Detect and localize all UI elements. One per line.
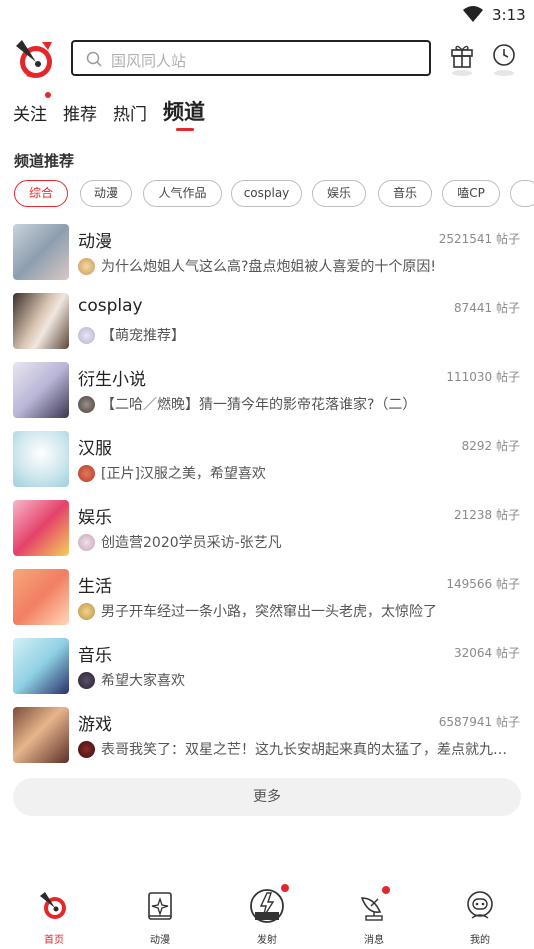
channel-row-fanfiction[interactable]: 衍生小说 111030 帖子 【二哈／燃晚】猜一猜今年的影帝花落谁家?（二） (0, 362, 534, 431)
book-icon (148, 892, 172, 920)
channel-latest-post: 创造营2020学员采访-张艺凡 (101, 535, 282, 551)
active-tab-indicator (176, 128, 194, 131)
nav-anime[interactable]: 动漫 (120, 880, 200, 949)
more-button[interactable]: 更多 (13, 778, 521, 816)
nav-label: 首页 (44, 935, 64, 946)
search-placeholder[interactable]: 国风同人站 (111, 50, 186, 71)
app-logo-icon[interactable] (12, 36, 58, 82)
nav-label: 消息 (364, 935, 384, 946)
channel-thumbnail (13, 569, 69, 625)
channel-row-entertainment[interactable]: 娱乐 21238 帖子 创造营2020学员采访-张艺凡 (0, 500, 534, 569)
channel-post-count: 149566 帖子 (446, 577, 520, 591)
channel-latest-post: 男子开车经过一条小路，突然窜出一头老虎，太惊险了 (101, 604, 437, 620)
launch-icon (250, 889, 284, 923)
poster-avatar (78, 672, 95, 689)
chip-entertainment[interactable]: 娱乐 (312, 180, 366, 207)
chip-music[interactable]: 音乐 (378, 180, 432, 207)
channel-thumbnail (13, 293, 69, 349)
gift-icon-shadow (452, 70, 472, 76)
channel-latest-post: 【萌宠推荐】 (101, 328, 185, 344)
channel-name: 生活 (78, 577, 112, 597)
channel-row-anime[interactable]: 动漫 2521541 帖子 为什么炮姐人气这么高?盘点炮姐被人喜爱的十个原因! (0, 224, 534, 293)
channel-row-hanfu[interactable]: 汉服 8292 帖子 [正片]汉服之美，希望喜欢 (0, 431, 534, 500)
search-bar[interactable]: 国风同人站 (71, 40, 431, 76)
search-icon (86, 51, 102, 67)
channel-name: cosplay (78, 296, 143, 316)
channel-thumbnail (13, 431, 69, 487)
channel-post-count: 2521541 帖子 (438, 232, 520, 246)
bottom-nav: 首页 动漫 发射 消息 我的 (0, 880, 534, 949)
channel-latest-post: 为什么炮姐人气这么高?盘点炮姐被人喜爱的十个原因! (101, 259, 437, 275)
chip-all[interactable]: 综合 (14, 180, 68, 207)
poster-avatar (78, 396, 95, 413)
section-title: 频道推荐 (14, 152, 75, 170)
gift-icon[interactable] (449, 42, 475, 70)
channel-row-music[interactable]: 音乐 32064 帖子 希望大家喜欢 (0, 638, 534, 707)
clock-icon-shadow (494, 70, 514, 76)
tab-recommend[interactable]: 推荐 (63, 100, 97, 125)
chip-anime[interactable]: 动漫 (80, 180, 132, 207)
tab-channel[interactable]: 频道 (163, 96, 205, 126)
poster-avatar (78, 465, 95, 482)
nav-label: 发射 (257, 935, 277, 946)
channel-row-games[interactable]: 游戏 6587941 帖子 表哥我笑了：双星之芒！这九长安胡起来真的太猛了，差点… (0, 707, 534, 776)
channel-latest-post: [正片]汉服之美，希望喜欢 (101, 466, 266, 482)
top-tabs: 关注 推荐 热门 频道 (0, 92, 534, 136)
channel-thumbnail (13, 500, 69, 556)
channel-post-count: 111030 帖子 (446, 370, 520, 384)
channel-post-count: 87441 帖子 (454, 301, 520, 315)
nav-messages-dot (382, 886, 390, 894)
channel-post-count: 8292 帖子 (461, 439, 520, 453)
channel-thumbnail (13, 362, 69, 418)
poster-avatar (78, 327, 95, 344)
nav-label: 我的 (470, 935, 490, 946)
wifi-icon (463, 6, 483, 22)
channel-thumbnail (13, 707, 69, 763)
channel-name: 娱乐 (78, 508, 112, 528)
channel-thumbnail (13, 224, 69, 280)
nav-profile[interactable]: 我的 (440, 880, 520, 949)
channel-latest-post: 希望大家喜欢 (101, 673, 185, 689)
channel-latest-post: 表哥我笑了：双星之芒！这九长安胡起来真的太猛了，差点就九… (101, 742, 507, 758)
channel-post-count: 6587941 帖子 (438, 715, 520, 729)
channel-name: 衍生小说 (78, 370, 146, 390)
header: 国风同人站 (0, 34, 534, 84)
chip-cp[interactable]: 嗑CP (442, 180, 500, 207)
tab-follow[interactable]: 关注 (13, 100, 47, 125)
category-chips: 综合 动漫 人气作品 cosplay 娱乐 音乐 嗑CP (14, 180, 534, 208)
channel-row-life[interactable]: 生活 149566 帖子 男子开车经过一条小路，突然窜出一头老虎，太惊险了 (0, 569, 534, 638)
poster-avatar (78, 741, 95, 758)
channel-name: 游戏 (78, 715, 112, 735)
channel-thumbnail (13, 638, 69, 694)
channel-name: 汉服 (78, 439, 112, 459)
poster-avatar (78, 258, 95, 275)
nav-messages[interactable]: 消息 (334, 880, 414, 949)
chip-popular-works[interactable]: 人气作品 (143, 180, 222, 207)
tab-follow-dot (45, 92, 51, 98)
tab-hot[interactable]: 热门 (113, 100, 147, 125)
channel-row-cosplay[interactable]: cosplay 87441 帖子 【萌宠推荐】 (0, 293, 534, 362)
channel-post-count: 32064 帖子 (454, 646, 520, 660)
chip-more-partial[interactable] (510, 180, 534, 207)
nav-launch[interactable]: 发射 (227, 880, 307, 949)
poster-avatar (78, 534, 95, 551)
nav-label: 动漫 (150, 935, 170, 946)
nav-home[interactable]: 首页 (14, 880, 94, 949)
chip-cosplay[interactable]: cosplay (231, 180, 302, 207)
channel-latest-post: 【二哈／燃晚】猜一猜今年的影帝花落谁家?（二） (101, 397, 417, 413)
history-clock-icon[interactable] (491, 42, 517, 70)
channel-post-count: 21238 帖子 (454, 508, 520, 522)
status-time: 3:13 (492, 6, 526, 24)
home-rocket-icon (40, 892, 66, 919)
channel-name: 音乐 (78, 646, 112, 666)
status-bar: 3:13 (0, 0, 534, 28)
nav-launch-dot (281, 884, 289, 892)
channel-name: 动漫 (78, 232, 112, 252)
poster-avatar (78, 603, 95, 620)
astronaut-icon (467, 891, 493, 919)
